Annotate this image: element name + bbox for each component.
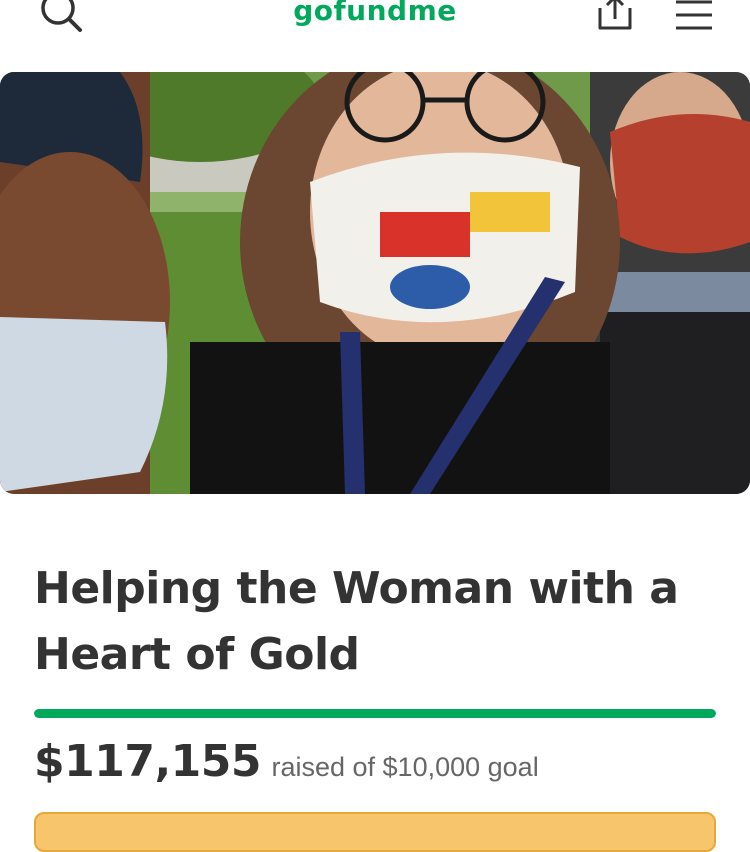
top-nav-bar: gofundme	[0, 0, 750, 70]
share-or-donate-button[interactable]	[34, 812, 716, 852]
progress-bar-fill	[34, 709, 716, 718]
gofundme-logo[interactable]: gofundme	[0, 0, 750, 27]
progress-bar	[34, 709, 716, 718]
amount-summary: $117,155 raised of $10,000 goal	[34, 736, 539, 787]
campaign-title: Helping the Woman with a Heart of Gold	[34, 563, 679, 680]
campaign-hero-photo[interactable]	[0, 72, 750, 494]
amount-raised: $117,155	[34, 736, 262, 787]
goal-text: raised of $10,000 goal	[271, 752, 539, 782]
menu-icon[interactable]	[672, 0, 716, 34]
share-icon[interactable]	[594, 0, 636, 36]
